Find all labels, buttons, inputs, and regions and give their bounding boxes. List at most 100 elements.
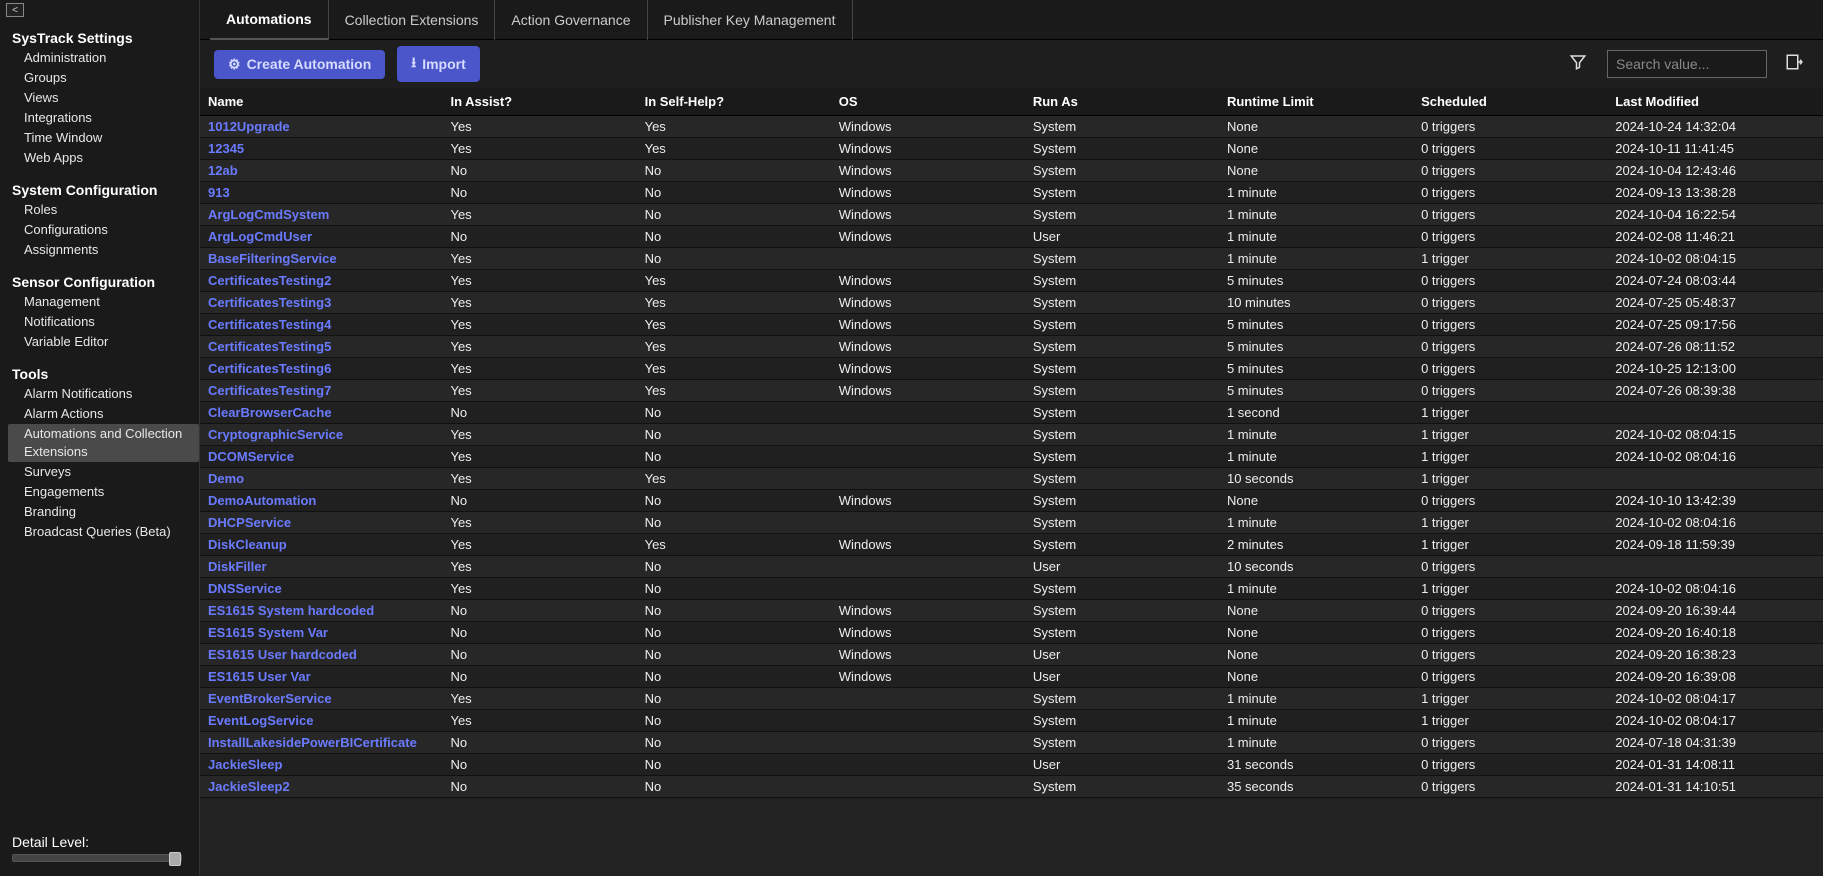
automation-name-cell[interactable]: Demo — [200, 468, 442, 490]
automation-name-cell[interactable]: EventBrokerService — [200, 688, 442, 710]
table-row[interactable]: EventLogServiceYesNoSystem1 minute1 trig… — [200, 710, 1823, 732]
tab[interactable]: Action Governance — [495, 0, 647, 40]
column-header[interactable]: Run As — [1025, 88, 1219, 116]
automation-name-cell[interactable]: DiskCleanup — [200, 534, 442, 556]
table-row[interactable]: ES1615 User hardcodedNoNoWindowsUserNone… — [200, 644, 1823, 666]
column-header[interactable]: Runtime Limit — [1219, 88, 1413, 116]
automation-name-cell[interactable]: ES1615 User hardcoded — [200, 644, 442, 666]
sidebar-item[interactable]: Roles — [12, 200, 199, 220]
table-row[interactable]: DemoYesYesSystem10 seconds1 trigger — [200, 468, 1823, 490]
table-row[interactable]: EventBrokerServiceYesNoSystem1 minute1 t… — [200, 688, 1823, 710]
table-row[interactable]: InstallLakesidePowerBICertificateNoNoSys… — [200, 732, 1823, 754]
column-header[interactable]: Name — [200, 88, 442, 116]
table-row[interactable]: DemoAutomationNoNoWindowsSystemNone0 tri… — [200, 490, 1823, 512]
sidebar-item[interactable]: Surveys — [12, 462, 199, 482]
detail-level-slider[interactable] — [12, 854, 182, 862]
sidebar-item[interactable]: Groups — [12, 68, 199, 88]
automation-name-cell[interactable]: ES1615 System Var — [200, 622, 442, 644]
automation-name-cell[interactable]: ArgLogCmdSystem — [200, 204, 442, 226]
automations-table-wrap[interactable]: NameIn Assist?In Self-Help?OSRun AsRunti… — [200, 88, 1823, 876]
column-header[interactable]: Last Modified — [1607, 88, 1823, 116]
table-row[interactable]: JackieSleep2NoNoSystem35 seconds0 trigge… — [200, 776, 1823, 798]
table-row[interactable]: JackieSleepNoNoUser31 seconds0 triggers2… — [200, 754, 1823, 776]
automation-name-cell[interactable]: CryptographicService — [200, 424, 442, 446]
sidebar-item[interactable]: Assignments — [12, 240, 199, 260]
automation-name-cell[interactable]: InstallLakesidePowerBICertificate — [200, 732, 442, 754]
table-row[interactable]: ES1615 System hardcodedNoNoWindowsSystem… — [200, 600, 1823, 622]
sidebar-item[interactable]: Alarm Notifications — [12, 384, 199, 404]
table-row[interactable]: ArgLogCmdUserNoNoWindowsUser1 minute0 tr… — [200, 226, 1823, 248]
table-row[interactable]: CertificatesTesting3YesYesWindowsSystem1… — [200, 292, 1823, 314]
automation-name-cell[interactable]: ES1615 System hardcoded — [200, 600, 442, 622]
table-row[interactable]: CryptographicServiceYesNoSystem1 minute1… — [200, 424, 1823, 446]
table-row[interactable]: ClearBrowserCacheNoNoSystem1 second1 tri… — [200, 402, 1823, 424]
automation-name-cell[interactable]: ES1615 User Var — [200, 666, 442, 688]
tab[interactable]: Automations — [210, 0, 329, 40]
table-row[interactable]: 1012UpgradeYesYesWindowsSystemNone0 trig… — [200, 116, 1823, 138]
automation-name-cell[interactable]: DCOMService — [200, 446, 442, 468]
automation-name-cell[interactable]: 1012Upgrade — [200, 116, 442, 138]
table-row[interactable]: CertificatesTesting2YesYesWindowsSystem5… — [200, 270, 1823, 292]
automation-name-cell[interactable]: JackieSleep2 — [200, 776, 442, 798]
automation-name-cell[interactable]: 913 — [200, 182, 442, 204]
collapse-sidebar-button[interactable]: < — [6, 3, 24, 17]
automation-name-cell[interactable]: 12345 — [200, 138, 442, 160]
sidebar-item[interactable]: Integrations — [12, 108, 199, 128]
table-row[interactable]: DiskCleanupYesYesWindowsSystem2 minutes1… — [200, 534, 1823, 556]
create-automation-button[interactable]: ⚙ Create Automation — [214, 50, 385, 79]
table-row[interactable]: CertificatesTesting6YesYesWindowsSystem5… — [200, 358, 1823, 380]
sidebar-item[interactable]: Engagements — [12, 482, 199, 502]
automation-name-cell[interactable]: DiskFiller — [200, 556, 442, 578]
sidebar-item[interactable]: Time Window — [12, 128, 199, 148]
column-header[interactable]: In Self-Help? — [637, 88, 831, 116]
slider-thumb[interactable] — [169, 852, 181, 866]
sidebar-item[interactable]: Broadcast Queries (Beta) — [12, 522, 199, 542]
automation-name-cell[interactable]: EventLogService — [200, 710, 442, 732]
table-row[interactable]: CertificatesTesting7YesYesWindowsSystem5… — [200, 380, 1823, 402]
automation-name-cell[interactable]: DemoAutomation — [200, 490, 442, 512]
table-row[interactable]: DiskFillerYesNoUser10 seconds0 triggers — [200, 556, 1823, 578]
table-row[interactable]: BaseFilteringServiceYesNoSystem1 minute1… — [200, 248, 1823, 270]
sidebar-item[interactable]: Administration — [12, 48, 199, 68]
automation-name-cell[interactable]: DNSService — [200, 578, 442, 600]
table-row[interactable]: 913NoNoWindowsSystem1 minute0 triggers20… — [200, 182, 1823, 204]
import-button[interactable]: ⭳ Import — [397, 46, 479, 82]
table-row[interactable]: CertificatesTesting5YesYesWindowsSystem5… — [200, 336, 1823, 358]
sidebar-item[interactable]: Configurations — [12, 220, 199, 240]
table-row[interactable]: DHCPServiceYesNoSystem1 minute1 trigger2… — [200, 512, 1823, 534]
export-icon[interactable] — [1779, 49, 1809, 80]
table-row[interactable]: 12abNoNoWindowsSystemNone0 triggers2024-… — [200, 160, 1823, 182]
sidebar-item[interactable]: Web Apps — [12, 148, 199, 168]
automation-name-cell[interactable]: CertificatesTesting5 — [200, 336, 442, 358]
table-row[interactable]: ES1615 User VarNoNoWindowsUserNone0 trig… — [200, 666, 1823, 688]
automation-name-cell[interactable]: CertificatesTesting3 — [200, 292, 442, 314]
table-row[interactable]: ES1615 System VarNoNoWindowsSystemNone0 … — [200, 622, 1823, 644]
automation-name-cell[interactable]: BaseFilteringService — [200, 248, 442, 270]
automation-name-cell[interactable]: ClearBrowserCache — [200, 402, 442, 424]
filter-icon[interactable] — [1561, 49, 1595, 80]
table-row[interactable]: DNSServiceYesNoSystem1 minute1 trigger20… — [200, 578, 1823, 600]
sidebar-item[interactable]: Notifications — [12, 312, 199, 332]
table-row[interactable]: ArgLogCmdSystemYesNoWindowsSystem1 minut… — [200, 204, 1823, 226]
table-row[interactable]: CertificatesTesting4YesYesWindowsSystem5… — [200, 314, 1823, 336]
automation-name-cell[interactable]: CertificatesTesting7 — [200, 380, 442, 402]
sidebar-item[interactable]: Alarm Actions — [12, 404, 199, 424]
automation-name-cell[interactable]: JackieSleep — [200, 754, 442, 776]
column-header[interactable]: OS — [831, 88, 1025, 116]
sidebar-item[interactable]: Management — [12, 292, 199, 312]
tab[interactable]: Publisher Key Management — [648, 0, 853, 40]
automation-name-cell[interactable]: ArgLogCmdUser — [200, 226, 442, 248]
automation-name-cell[interactable]: 12ab — [200, 160, 442, 182]
sidebar-item[interactable]: Branding — [12, 502, 199, 522]
sidebar-item[interactable]: Views — [12, 88, 199, 108]
automation-name-cell[interactable]: CertificatesTesting6 — [200, 358, 442, 380]
table-row[interactable]: DCOMServiceYesNoSystem1 minute1 trigger2… — [200, 446, 1823, 468]
automation-name-cell[interactable]: CertificatesTesting2 — [200, 270, 442, 292]
search-input[interactable] — [1607, 50, 1767, 78]
column-header[interactable]: In Assist? — [442, 88, 636, 116]
sidebar-item[interactable]: Automations and Collection Extensions — [8, 424, 199, 462]
sidebar-item[interactable]: Variable Editor — [12, 332, 199, 352]
tab[interactable]: Collection Extensions — [329, 0, 496, 40]
automation-name-cell[interactable]: DHCPService — [200, 512, 442, 534]
column-header[interactable]: Scheduled — [1413, 88, 1607, 116]
